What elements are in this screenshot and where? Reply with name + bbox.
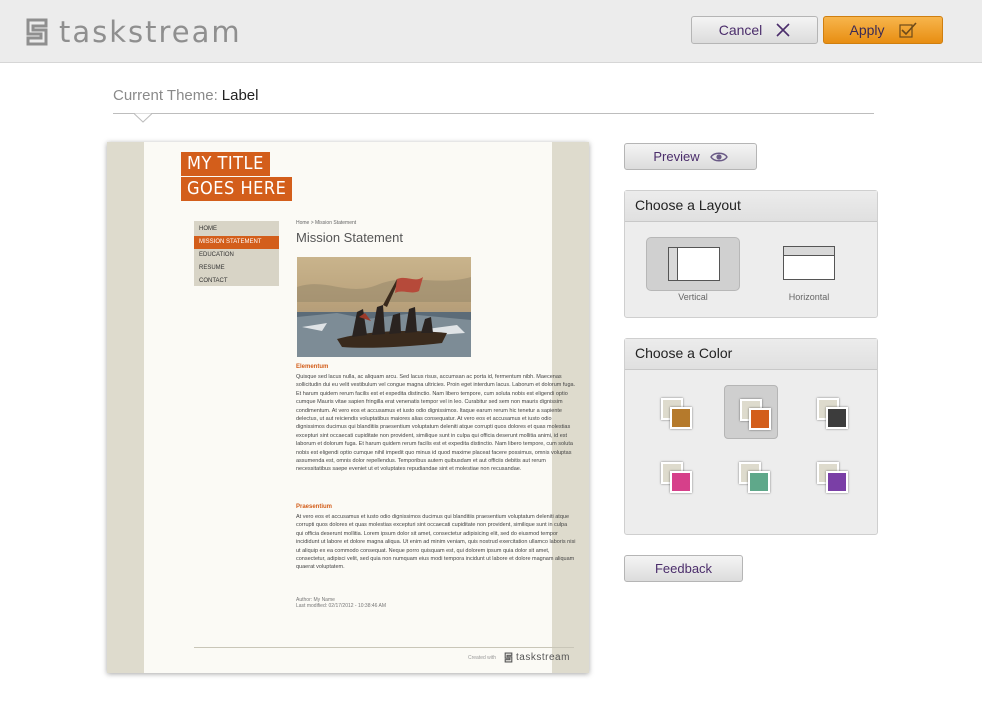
preview-button-label: Preview xyxy=(653,149,700,164)
color-panel: Choose a Color xyxy=(624,338,878,535)
color-swatch[interactable] xyxy=(724,385,778,439)
swatch-accent-color xyxy=(826,407,848,429)
preview-breadcrumb: Home > Mission Statement xyxy=(296,220,357,226)
layout-panel: Choose a Layout Vertical Horizontal xyxy=(624,190,878,318)
current-theme: Current Theme: Label xyxy=(113,87,258,104)
preview-nav-item: HOME xyxy=(199,226,217,232)
theme-divider xyxy=(113,113,874,114)
preview-footer-divider xyxy=(194,647,574,648)
theme-preview: MY TITLE GOES HERE HOME MISSION STATEMEN… xyxy=(107,142,589,673)
swatch-accent-color xyxy=(670,407,692,429)
color-swatch[interactable] xyxy=(724,449,778,503)
preview-button[interactable]: Preview xyxy=(624,143,757,170)
color-swatch[interactable] xyxy=(646,385,700,439)
taskstream-logo: taskstream xyxy=(25,15,242,49)
preview-section2-title: Praesentium xyxy=(296,504,333,510)
close-icon xyxy=(776,23,790,37)
taskstream-logo-icon xyxy=(26,18,48,46)
swatch-accent-color xyxy=(826,471,848,493)
preview-footer-logo: taskstream xyxy=(504,652,570,663)
top-bar: taskstream Cancel Apply xyxy=(0,0,982,63)
divider-notch xyxy=(134,113,152,123)
preview-nav: HOME MISSION STATEMENT EDUCATION RESUME … xyxy=(194,221,279,286)
preview-nav-item: EDUCATION xyxy=(199,252,234,258)
color-panel-title: Choose a Color xyxy=(625,339,877,370)
current-theme-label: Current Theme: xyxy=(113,87,218,104)
preview-nav-item: CONTACT xyxy=(199,278,228,284)
checkbox-check-icon xyxy=(898,22,917,38)
preview-nav-item-active: MISSION STATEMENT xyxy=(194,236,279,249)
layout-option-horizontal[interactable] xyxy=(762,237,856,291)
preview-section1-title: Elementum xyxy=(296,364,329,370)
current-theme-value: Label xyxy=(221,87,259,104)
cancel-button[interactable]: Cancel xyxy=(691,16,818,44)
swatch-accent-color xyxy=(748,471,770,493)
layout-panel-title: Choose a Layout xyxy=(625,191,877,222)
preview-site-title-line2: GOES HERE xyxy=(181,177,293,201)
layout-horizontal-label: Horizontal xyxy=(788,292,830,302)
horizontal-layout-icon xyxy=(783,246,835,280)
color-swatch[interactable] xyxy=(802,449,856,503)
swatch-accent-color xyxy=(670,471,692,493)
cancel-button-label: Cancel xyxy=(718,22,763,38)
vertical-layout-icon xyxy=(668,247,720,281)
preview-created-with: Created with xyxy=(468,655,497,661)
layout-vertical-label: Vertical xyxy=(678,292,708,302)
preview-section2-text: At vero eos et accusamus et iusto odio d… xyxy=(296,514,576,571)
preview-footer-logo-text: taskstream xyxy=(516,652,570,663)
logo-text: taskstream xyxy=(59,15,242,49)
swatch-accent-color xyxy=(749,408,771,430)
preview-modified: Last modified: 02/17/2012 - 10:38:46 AM xyxy=(296,603,387,609)
feedback-button[interactable]: Feedback xyxy=(624,555,743,582)
preview-site-title-line1: MY TITLE xyxy=(181,152,270,176)
apply-button-label: Apply xyxy=(849,22,885,38)
layout-option-vertical[interactable] xyxy=(646,237,740,291)
preview-author-info: Author: My Name Last modified: 02/17/201… xyxy=(296,597,386,609)
eye-icon xyxy=(709,152,728,161)
preview-page: MY TITLE GOES HERE HOME MISSION STATEMEN… xyxy=(144,142,575,673)
taskstream-logo-icon xyxy=(504,652,513,663)
feedback-button-label: Feedback xyxy=(654,561,713,576)
preview-painting-image xyxy=(297,257,471,357)
preview-nav-item: RESUME xyxy=(199,265,225,271)
preview-section1-text: Quisque sed lacus nulla, ac aliquam arcu… xyxy=(296,374,576,473)
apply-button[interactable]: Apply xyxy=(823,16,943,44)
color-swatch[interactable] xyxy=(802,385,856,439)
preview-heading: Mission Statement xyxy=(296,230,403,245)
color-swatch[interactable] xyxy=(646,449,700,503)
